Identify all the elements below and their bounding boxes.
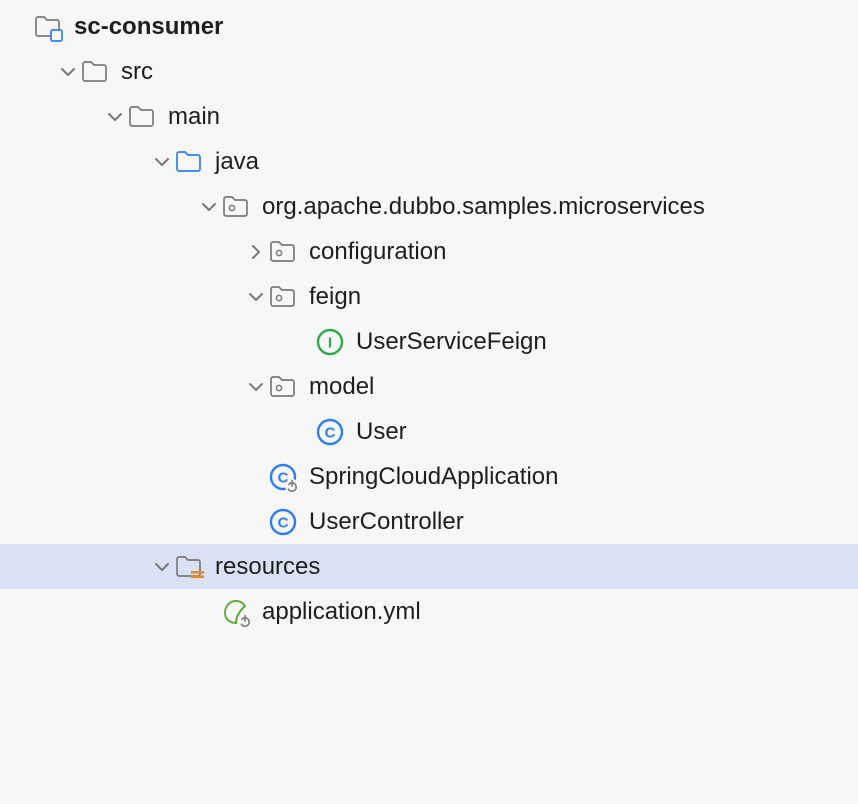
folder-res-icon [173, 551, 205, 583]
module-icon [32, 11, 64, 43]
tree-row-appyml[interactable]: application.yml [0, 589, 858, 634]
tree-label: User [356, 418, 407, 446]
folder-icon [79, 56, 111, 88]
class-icon [267, 506, 299, 538]
tree-label: org.apache.dubbo.samples.microservices [262, 193, 705, 221]
folder-src-icon [173, 146, 205, 178]
tree-row-src[interactable]: src [0, 49, 858, 94]
spring-icon [220, 596, 252, 628]
class-run-icon [267, 461, 299, 493]
chevron-down-icon[interactable] [245, 364, 267, 409]
chevron-down-icon[interactable] [198, 184, 220, 229]
tree-label: java [215, 148, 259, 176]
tree-row-feign[interactable]: feign [0, 274, 858, 319]
chevron-down-icon[interactable] [104, 94, 126, 139]
tree-label: application.yml [262, 598, 421, 626]
package-icon [267, 371, 299, 403]
tree-row-scapp[interactable]: SpringCloudApplication [0, 454, 858, 499]
tree-label: UserController [309, 508, 464, 536]
chevron-right-icon[interactable] [245, 229, 267, 274]
chevron-down-icon[interactable] [151, 139, 173, 184]
package-icon [267, 236, 299, 268]
class-icon [314, 416, 346, 448]
package-icon [220, 191, 252, 223]
tree-row-uctrl[interactable]: UserController [0, 499, 858, 544]
tree-row-java[interactable]: java [0, 139, 858, 184]
tree-label: sc-consumer [74, 13, 223, 41]
tree-row-pkg[interactable]: org.apache.dubbo.samples.microservices [0, 184, 858, 229]
tree-row-config[interactable]: configuration [0, 229, 858, 274]
tree-label: main [168, 103, 220, 131]
tree-label: UserServiceFeign [356, 328, 547, 356]
tree-row-root[interactable]: sc-consumer [0, 4, 858, 49]
tree-row-resources[interactable]: resources [0, 544, 858, 589]
tree-label: configuration [309, 238, 446, 266]
chevron-down-icon[interactable] [57, 49, 79, 94]
tree-row-model[interactable]: model [0, 364, 858, 409]
project-tree: sc-consumer srcmain javaorg.apache.dubbo.s… [0, 0, 858, 634]
tree-label: src [121, 58, 153, 86]
folder-icon [126, 101, 158, 133]
interface-icon [314, 326, 346, 358]
tree-label: SpringCloudApplication [309, 463, 559, 491]
tree-row-user[interactable]: User [0, 409, 858, 454]
tree-row-usfeign[interactable]: UserServiceFeign [0, 319, 858, 364]
package-icon [267, 281, 299, 313]
tree-label: model [309, 373, 374, 401]
chevron-down-icon[interactable] [245, 274, 267, 319]
tree-label: feign [309, 283, 361, 311]
tree-label: resources [215, 553, 320, 581]
tree-row-main[interactable]: main [0, 94, 858, 139]
chevron-down-icon[interactable] [151, 544, 173, 589]
